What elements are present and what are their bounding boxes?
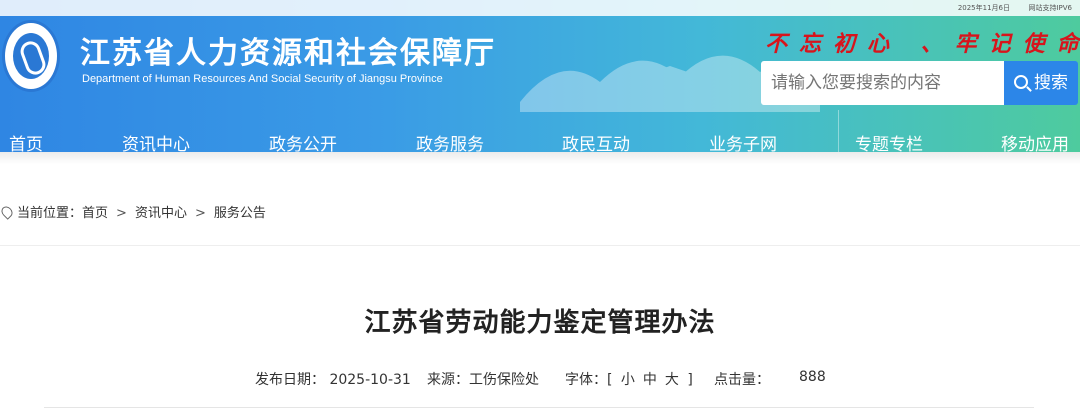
location-pin-icon <box>0 204 15 220</box>
nav-divider <box>838 110 839 152</box>
content-divider <box>0 245 1080 246</box>
nav-item-mobile[interactable]: 移动应用 <box>1001 130 1069 152</box>
nav-item-interaction[interactable]: 政民互动 <box>562 130 630 152</box>
article-title: 江苏省劳动能力鉴定管理办法 <box>364 308 716 338</box>
font-bracket-close: ] <box>687 372 693 388</box>
nav-item-home[interactable]: 首页 <box>9 130 43 152</box>
publish-date-value: 2025-10-31 <box>329 372 411 388</box>
breadcrumb-service-notice[interactable]: 服务公告 <box>214 206 266 221</box>
search-input[interactable] <box>761 61 1004 105</box>
publish-date: 发布日期： 2025-10-31 <box>255 369 411 389</box>
breadcrumb-label: 当前位置： <box>17 206 83 221</box>
meta-divider <box>44 407 1034 408</box>
search-button[interactable]: 搜索 <box>1004 61 1078 105</box>
site-header: 2025年11月6日 网站支持IPV6 江苏省人力资源和社会保障厅 Depart… <box>0 0 1080 152</box>
main-nav: 首页 资讯中心 政务公开 政务服务 政民互动 业务子网 专题专栏 移动应用 <box>0 110 1080 152</box>
font-size-small[interactable]: 小 <box>621 372 635 388</box>
search-button-label: 搜索 <box>1034 73 1068 93</box>
publish-date-label: 发布日期： <box>255 372 325 388</box>
nav-item-public-affairs[interactable]: 政务公开 <box>269 130 337 152</box>
source-label: 来源： <box>427 372 469 388</box>
article-source: 来源：工伤保险处 <box>427 369 539 389</box>
font-size-large[interactable]: 大 <box>665 372 679 388</box>
slogan: 不忘初心 、牢记使命 <box>765 31 1080 57</box>
font-bracket-open: [ <box>607 372 613 388</box>
nav-item-subsites[interactable]: 业务子网 <box>709 130 777 152</box>
click-count-label: 点击量： <box>714 372 770 388</box>
breadcrumb: 当前位置：首页 > 资讯中心 > 服务公告 <box>0 202 266 221</box>
breadcrumb-news[interactable]: 资讯中心 <box>135 206 187 221</box>
current-date: 2025年11月6日 <box>957 4 1010 12</box>
source-value: 工伤保险处 <box>469 372 539 388</box>
header-shadow <box>0 152 1080 164</box>
site-subtitle: Department of Human Resources And Social… <box>82 73 443 85</box>
nav-item-topics[interactable]: 专题专栏 <box>855 130 923 152</box>
breadcrumb-home[interactable]: 首页 <box>82 206 108 221</box>
top-info-bar: 2025年11月6日 网站支持IPV6 <box>0 0 1080 16</box>
site-title[interactable]: 江苏省人力资源和社会保障厅 <box>80 28 496 72</box>
click-count-value: 888 <box>799 369 826 385</box>
font-size-medium[interactable]: 中 <box>643 372 657 388</box>
breadcrumb-separator: > <box>194 206 206 221</box>
font-size-label: 字体： <box>565 372 607 388</box>
nav-item-services[interactable]: 政务服务 <box>416 130 484 152</box>
breadcrumb-separator: > <box>116 206 127 221</box>
ipv6-notice: 网站支持IPV6 <box>1028 4 1072 12</box>
logo-emblem-icon <box>13 33 49 79</box>
ministry-logo[interactable] <box>2 20 60 92</box>
nav-item-news[interactable]: 资讯中心 <box>122 130 190 152</box>
search-icon <box>1014 75 1028 89</box>
font-size-control: 字体：[ 小中大 ] <box>565 369 693 389</box>
